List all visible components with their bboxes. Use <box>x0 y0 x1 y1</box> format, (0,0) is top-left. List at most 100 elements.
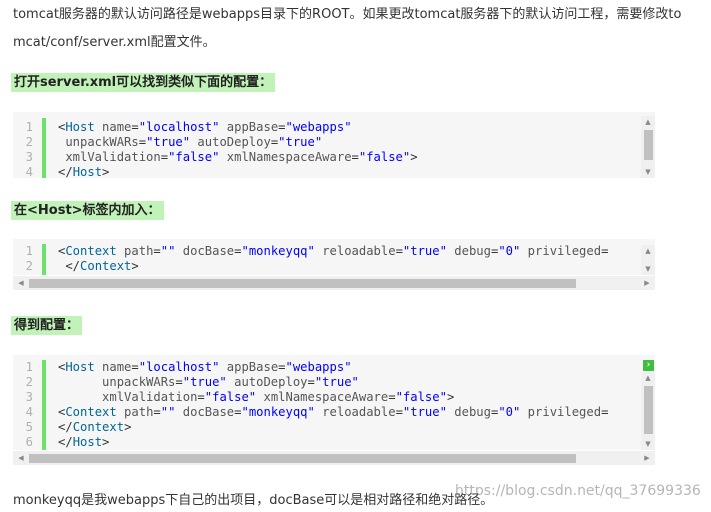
code-token: xmlNamespaceAware <box>219 150 352 164</box>
code-block-2: 1 <Context path="" docBase="monkeyqq" rel… <box>13 239 655 275</box>
vertical-scrollbar[interactable]: ▲ ▼ <box>641 372 655 450</box>
code-token: > <box>131 259 139 273</box>
code-token: = <box>138 135 147 149</box>
code-line: 1 <Host name="localhost" appBase="webapps… <box>13 360 655 375</box>
code-token: = <box>278 360 286 374</box>
code-line: 4 <Context path="" docBase="monkeyqq" rel… <box>13 405 655 420</box>
code-token: Context <box>65 244 117 258</box>
code-line: 2 </Context> <box>13 259 655 274</box>
scrollbar-thumb[interactable] <box>29 454 576 463</box>
vertical-scrollbar[interactable]: ▲ ▼ <box>641 116 655 178</box>
arrow-up-icon[interactable]: ▲ <box>641 372 655 384</box>
code-token: privileged <box>520 244 602 258</box>
code-token: = <box>351 150 359 164</box>
code-token: privileged <box>520 405 602 419</box>
code-token: "0" <box>498 405 521 419</box>
code-text: </Context> <box>58 420 639 435</box>
code-token: = <box>197 390 205 404</box>
code-token: </ <box>58 165 73 178</box>
code-token: "webapps" <box>285 120 352 134</box>
watermark: https://blog.csdn.net/qq_37699336 <box>455 483 701 499</box>
scrollbar-thumb[interactable] <box>29 279 576 288</box>
code-token: "false" <box>358 150 411 164</box>
line-number: 6 <box>25 435 33 449</box>
scrollbar-thumb[interactable] <box>644 130 653 160</box>
code-token: "true" <box>314 375 359 389</box>
horizontal-scrollbar-1[interactable]: ◀ ▶ <box>13 276 655 290</box>
code-token: Host <box>65 360 95 374</box>
code-token: "localhost" <box>138 360 220 374</box>
code-token: = <box>153 405 161 419</box>
code-token: = <box>175 375 183 389</box>
code-token: Host <box>72 435 103 449</box>
scrollbar-thumb[interactable] <box>644 386 653 434</box>
code-token: "localhost" <box>138 120 220 134</box>
code-text: <Context path="" docBase="monkeyqq" relo… <box>58 405 639 420</box>
section-heading-result: 得到配置： <box>11 316 83 335</box>
code-token: > <box>124 420 132 434</box>
code-token: </ <box>58 259 81 273</box>
code-token: = <box>153 244 161 258</box>
code-text: <Host name="localhost" appBase="webapps" <box>58 120 639 135</box>
arrow-down-icon[interactable]: ▼ <box>641 263 655 275</box>
vertical-scrollbar[interactable]: ▲ ▼ <box>641 245 655 275</box>
code-token: = <box>131 120 139 134</box>
code-token: "true" <box>402 405 447 419</box>
line-number: 3 <box>25 390 33 404</box>
code-line: 3 xmlValidation="false" xmlNamespaceAwar… <box>13 390 655 405</box>
code-block-1: 1 <Host name="localhost" appBase="webapps… <box>13 112 655 178</box>
code-block-3: 1 <Host name="localhost" appBase="webapps… <box>13 355 655 450</box>
code-text: unpackWARs="true" autoDeploy="true" <box>58 375 639 390</box>
code-token: = <box>160 150 169 164</box>
arrow-right-icon[interactable]: ▶ <box>641 276 653 290</box>
line-number: 2 <box>25 135 33 149</box>
line-number: 2 <box>25 375 33 389</box>
code-token: "monkeyqq" <box>241 405 315 419</box>
intro-line-2: mcat/conf/server.xml配置文件。 <box>13 35 216 50</box>
arrow-left-icon[interactable]: ◀ <box>15 451 27 465</box>
arrow-right-icon[interactable]: ▶ <box>641 451 653 465</box>
code-token: Host <box>72 165 103 178</box>
code-line: 2 unpackWARs="true" autoDeploy="true" <box>13 375 655 390</box>
code-text: unpackWARs="true" autoDeploy="true" <box>58 135 639 150</box>
code-toggle-icon[interactable]: › <box>643 360 654 371</box>
code-token: "true" <box>146 135 191 149</box>
arrow-down-icon[interactable]: ▼ <box>641 438 655 450</box>
code-token: > <box>446 390 455 404</box>
code-token: > <box>102 435 110 449</box>
code-token: Host <box>65 120 95 134</box>
code-token: > <box>102 165 110 178</box>
line-number: 1 <box>25 244 33 258</box>
code-token: autoDeploy <box>226 375 308 389</box>
code-token: "" <box>160 244 176 258</box>
code-token: "true" <box>182 375 227 389</box>
line-number: 4 <box>25 165 33 178</box>
section-heading-open-server-xml: 打开server.xml可以找到类似下面的配置： <box>11 73 276 92</box>
code-line: 2 unpackWARs="true" autoDeploy="true" <box>13 135 655 150</box>
code-token: debug <box>446 405 491 419</box>
arrow-up-icon[interactable]: ▲ <box>641 245 655 257</box>
code-token: = <box>395 244 403 258</box>
code-token: appBase <box>219 120 279 134</box>
code-line: 6 </Host> <box>13 435 655 450</box>
arrow-left-icon[interactable]: ◀ <box>15 276 27 290</box>
code-token: path <box>116 244 154 258</box>
arrow-up-icon[interactable]: ▲ <box>641 116 655 128</box>
footer-note: monkeyqq是我webapps下自己的出项目，docBase可以是相对路径和… <box>13 493 494 508</box>
code-token: name <box>94 360 132 374</box>
code-token: = <box>601 244 609 258</box>
code-token: "false" <box>168 150 220 164</box>
line-number: 1 <box>25 120 33 134</box>
code-token: Context <box>72 420 125 434</box>
code-text: <Host name="localhost" appBase="webapps" <box>58 360 639 375</box>
code-token: = <box>307 375 315 389</box>
code-token: reloadable <box>314 244 396 258</box>
code-token: "monkeyqq" <box>241 244 315 258</box>
code-token: "false" <box>204 390 257 404</box>
code-token: "" <box>160 405 176 419</box>
arrow-down-icon[interactable]: ▼ <box>641 166 655 178</box>
code-token: "true" <box>402 244 447 258</box>
code-token: = <box>388 390 396 404</box>
horizontal-scrollbar-3[interactable]: ◀ ▶ <box>13 451 655 465</box>
code-token: = <box>601 405 609 419</box>
